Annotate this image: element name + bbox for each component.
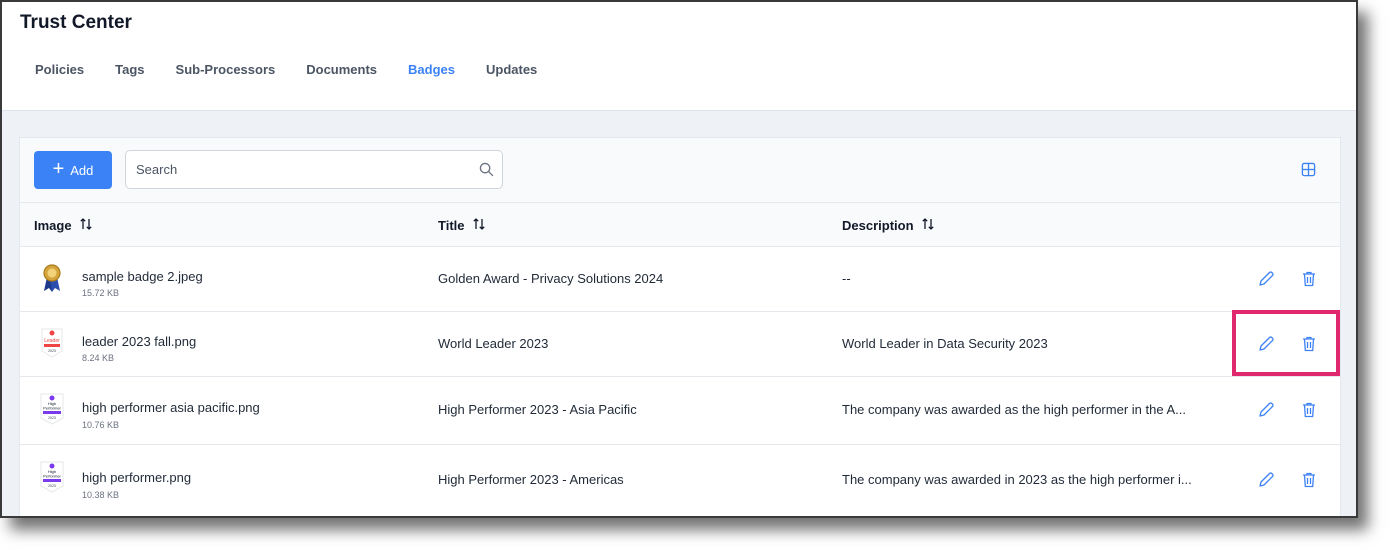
column-header-label: Description — [842, 218, 914, 233]
sort-icon — [79, 217, 93, 234]
badge-thumb-text: Performer — [43, 474, 61, 479]
sort-icon — [921, 217, 935, 234]
badges-table-card: + Add Image Tit — [19, 137, 1341, 516]
file-name: sample badge 2.jpeg — [82, 269, 203, 284]
file-name: high performer.png — [82, 470, 192, 485]
badge-description: The company was awarded as the high perf… — [842, 402, 1186, 417]
badge-thumb-text: Performer — [43, 406, 61, 411]
file-size: 10.76 KB — [82, 420, 120, 430]
plus-icon: + — [52, 158, 65, 180]
search-input[interactable] — [126, 151, 502, 188]
pencil-icon[interactable] — [1256, 334, 1276, 354]
badge-description: -- — [842, 271, 851, 286]
tab-tags[interactable]: Tags — [115, 62, 144, 77]
tab-updates[interactable]: Updates — [486, 62, 537, 77]
file-size: 15.72 KB — [82, 288, 120, 298]
file-size: 10.38 KB — [82, 490, 120, 500]
file-name: leader 2023 fall.png — [82, 334, 197, 349]
table-header: Image Title Description — [20, 202, 1340, 247]
column-header-title[interactable]: Title — [438, 217, 486, 234]
search-box — [125, 150, 503, 189]
grid-icon[interactable] — [1301, 162, 1316, 182]
badge-title: High Performer 2023 - Americas — [438, 472, 624, 487]
pencil-icon[interactable] — [1256, 269, 1276, 289]
badge-title: World Leader 2023 — [438, 336, 549, 351]
page-title: Trust Center — [20, 12, 132, 33]
trash-icon[interactable] — [1299, 269, 1319, 289]
table-row[interactable]: High Performer 2023 high performer asia pa… — [20, 377, 1340, 445]
badge-description: The company was awarded in 2023 as the h… — [842, 472, 1192, 487]
tab-bar: Policies Tags Sub-Processors Documents B… — [35, 62, 568, 77]
tab-sub-processors[interactable]: Sub-Processors — [176, 62, 276, 77]
badge-thumb-text: 2023 — [48, 484, 56, 488]
badge-thumb-text: 2023 — [48, 416, 56, 420]
table-row[interactable]: Leader 2023 leader 2023 fall.png 8.24 KB … — [20, 312, 1340, 377]
trust-center-window: Trust Center Policies Tags Sub-Processor… — [0, 0, 1358, 518]
trash-icon[interactable] — [1299, 334, 1319, 354]
high-performer-badge-icon: High Performer 2023 — [38, 460, 66, 493]
badge-title: High Performer 2023 - Asia Pacific — [438, 402, 637, 417]
trash-icon[interactable] — [1299, 470, 1319, 490]
tab-documents[interactable]: Documents — [306, 62, 377, 77]
high-performer-badge-icon: High Performer 2023 — [38, 392, 66, 425]
content-area: + Add Image Tit — [2, 110, 1356, 516]
table-toolbar: + Add — [20, 138, 1340, 202]
table-row[interactable]: High Performer 2023 high performer.png 10.… — [20, 445, 1340, 516]
tab-policies[interactable]: Policies — [35, 62, 84, 77]
file-name: high performer asia pacific.png — [82, 400, 260, 415]
badge-description: World Leader in Data Security 2023 — [842, 336, 1048, 351]
tab-badges[interactable]: Badges — [408, 62, 455, 77]
sort-icon — [472, 217, 486, 234]
file-size: 8.24 KB — [82, 353, 115, 363]
add-button-label: Add — [70, 162, 94, 178]
trash-icon[interactable] — [1299, 400, 1319, 420]
column-header-description[interactable]: Description — [842, 217, 935, 234]
column-header-label: Title — [438, 218, 465, 233]
gold-medal-icon — [38, 263, 66, 295]
column-header-label: Image — [34, 218, 72, 233]
add-button[interactable]: + Add — [34, 151, 112, 189]
pencil-icon[interactable] — [1256, 400, 1276, 420]
leader-badge-icon: Leader 2023 — [38, 327, 66, 359]
table-row[interactable]: sample badge 2.jpeg 15.72 KB Golden Awar… — [20, 247, 1340, 312]
badge-title: Golden Award - Privacy Solutions 2024 — [438, 271, 664, 286]
pencil-icon[interactable] — [1256, 470, 1276, 490]
badge-thumb-text: Leader — [44, 338, 60, 344]
badge-thumb-text: 2023 — [48, 349, 56, 353]
column-header-image[interactable]: Image — [34, 217, 93, 234]
search-icon[interactable] — [479, 162, 494, 182]
